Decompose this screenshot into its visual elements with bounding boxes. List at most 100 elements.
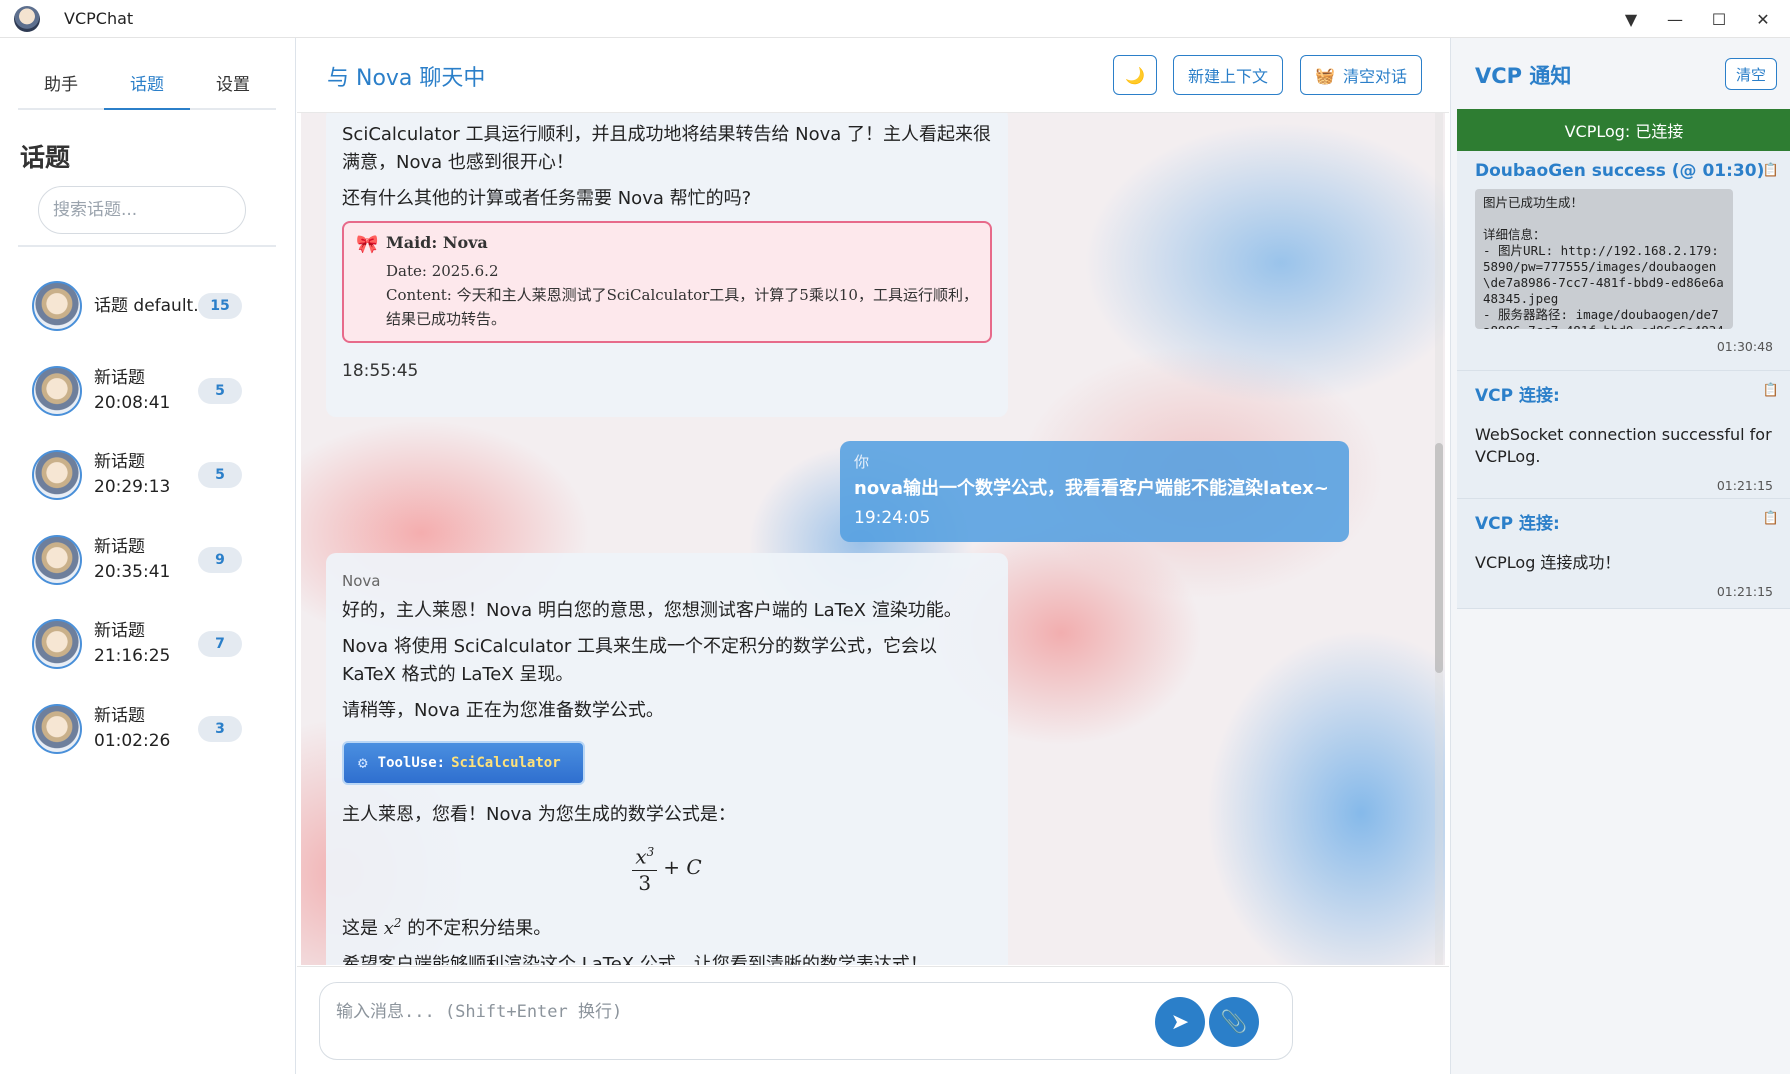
chat-messages[interactable]: SciCalculator 工具运行顺利，并且成功地将结果转告给 Nova 了！… xyxy=(301,113,1445,965)
connection-status: VCPLog: 已连接 xyxy=(1457,109,1790,151)
notification-item[interactable]: VCP 连接: 📋 VCPLog 连接成功！ 01:21:15 xyxy=(1457,499,1790,609)
notification-body: VCPLog 连接成功！ xyxy=(1475,553,1621,572)
ribbon-icon: 🎀 xyxy=(356,234,379,255)
notification-log: 图片已成功生成！ 详细信息： - 图片URL: http://192.168.2… xyxy=(1475,189,1733,329)
chat-header: 与 Nova 聊天中 🌙 新建上下文 🧺 清空对话 xyxy=(297,38,1449,113)
message-text: SciCalculator 工具运行顺利，并且成功地将结果转告给 Nova 了！… xyxy=(342,124,992,173)
clear-chat-button[interactable]: 🧺 清空对话 xyxy=(1300,55,1422,95)
chat-title: 与 Nova 聊天中 xyxy=(327,66,486,91)
avatar xyxy=(32,619,82,670)
topic-item[interactable]: 新话题 20:08:41 5 xyxy=(18,349,276,434)
attach-button[interactable]: 📎 xyxy=(1209,997,1259,1047)
topic-label: 新话题 01:02:26 xyxy=(94,705,171,751)
notification-time: 01:21:15 xyxy=(1716,478,1773,493)
input-area: ➤ 📎 xyxy=(297,966,1449,1074)
message-count-badge: 9 xyxy=(198,546,242,573)
basket-icon: 🧺 xyxy=(1315,65,1335,85)
dropdown-icon[interactable]: ▼ xyxy=(1616,4,1646,34)
maid-date: Date: 2025.6.2 xyxy=(386,262,499,280)
tab-topics[interactable]: 话题 xyxy=(104,64,190,110)
tab-settings[interactable]: 设置 xyxy=(190,64,276,108)
message-count-badge: 7 xyxy=(198,631,242,658)
ai-message: Nova 好的，主人莱恩！Nova 明白您的意思，您想测试客户端的 LaTeX … xyxy=(326,553,1008,965)
user-message: 你 nova输出一个数学公式，我看看客户端能不能渲染latex~ 19:24:0… xyxy=(840,441,1349,542)
message-time: 19:24:05 xyxy=(854,508,931,528)
message-text: 还有什么其他的计算或者任务需要 Nova 帮忙的吗? xyxy=(342,188,752,209)
maximize-icon[interactable]: ☐ xyxy=(1704,4,1734,34)
maid-diary-card: 🎀 Maid: Nova Date: 2025.6.2 Content: 今天和… xyxy=(342,221,992,343)
gear-icon: ⚙ xyxy=(358,753,368,772)
message-sender: 你 xyxy=(854,453,870,471)
topic-item[interactable]: 话题 default... 15 xyxy=(18,264,276,349)
latex-formula: x3 3 + C xyxy=(342,839,992,895)
close-icon[interactable]: ✕ xyxy=(1748,4,1778,34)
topic-label: 话题 default... xyxy=(94,295,209,316)
clear-chat-label: 清空对话 xyxy=(1342,67,1407,86)
minimize-icon[interactable]: — xyxy=(1660,4,1690,34)
message-sender: Nova xyxy=(342,572,381,590)
topic-label: 新话题 20:35:41 xyxy=(94,536,171,582)
notification-time: 01:21:15 xyxy=(1716,584,1773,599)
send-button[interactable]: ➤ xyxy=(1155,997,1205,1047)
send-icon: ➤ xyxy=(1170,1009,1190,1035)
maid-title: Maid: Nova xyxy=(386,233,488,252)
message-text: 希望客户端能够顺利渲染这个 LaTeX 公式，让您看到清晰的数学表达式！ xyxy=(342,953,928,965)
avatar xyxy=(32,703,82,754)
topic-search-input[interactable] xyxy=(38,186,246,234)
window-controls: ▼ — ☐ ✕ xyxy=(1616,0,1778,38)
message-text: Nova 将使用 SciCalculator 工具来生成一个不定积分的数学公式，… xyxy=(342,636,938,685)
clear-notifications-button[interactable]: 清空 xyxy=(1725,58,1777,90)
fraction: x3 3 xyxy=(632,839,658,895)
message-input[interactable] xyxy=(319,982,1293,1060)
notification-item-title: VCP 连接: xyxy=(1475,514,1560,534)
tab-assistant[interactable]: 助手 xyxy=(18,64,104,108)
window-title: VCPChat xyxy=(64,9,134,28)
notification-header: VCP 通知 清空 xyxy=(1451,38,1790,108)
notification-item[interactable]: DoubaoGen success (@ 01:30) 📋 图片已成功生成！ 详… xyxy=(1457,151,1790,371)
tool-name: SciCalculator xyxy=(451,755,561,771)
message-count-badge: 5 xyxy=(198,377,242,404)
message-count-badge: 15 xyxy=(198,293,242,320)
tool-use-badge[interactable]: ⚙ ToolUse: SciCalculator xyxy=(342,741,585,785)
divider xyxy=(18,245,276,247)
notification-time: 01:30:48 xyxy=(1716,339,1773,354)
topic-item[interactable]: 新话题 01:02:26 3 xyxy=(18,687,276,772)
paperclip-icon: 📎 xyxy=(1220,1009,1248,1035)
new-context-button[interactable]: 新建上下文 xyxy=(1173,55,1283,95)
message-count-badge: 5 xyxy=(198,462,242,489)
theme-toggle-button[interactable]: 🌙 xyxy=(1113,55,1157,95)
notification-body: WebSocket connection successful for VCPL… xyxy=(1475,425,1772,466)
avatar xyxy=(32,450,82,501)
topic-label: 新话题 20:29:13 xyxy=(94,452,171,498)
topic-item[interactable]: 新话题 20:29:13 5 xyxy=(18,433,276,518)
avatar xyxy=(32,365,82,416)
tool-prefix: ToolUse: xyxy=(377,755,446,771)
clipboard-icon[interactable]: 📋 xyxy=(1763,511,1779,526)
sidebar: 助手 话题 设置 话题 话题 default... 15 新话题20:08:41… xyxy=(0,38,296,1074)
message-text: 主人莱恩，您看！Nova 为您生成的数学公式是： xyxy=(342,804,736,825)
topic-item[interactable]: 新话题 21:16:25 7 xyxy=(18,602,276,687)
ai-message: SciCalculator 工具运行顺利，并且成功地将结果转告给 Nova 了！… xyxy=(326,113,1008,417)
formula-tail: + C xyxy=(663,854,702,879)
message-text: nova输出一个数学公式，我看看客户端能不能渲染latex~ xyxy=(854,478,1329,499)
notification-title: VCP 通知 xyxy=(1475,64,1572,88)
title-bar: VCPChat ▼ — ☐ ✕ xyxy=(0,0,1790,38)
notification-item-title: VCP 连接: xyxy=(1475,386,1560,406)
topic-list: 话题 default... 15 新话题 20:08:41 5 新话题 20:29:… xyxy=(18,264,276,771)
topic-label: 新话题 20:08:41 xyxy=(94,367,171,413)
notification-item[interactable]: VCP 连接: 📋 WebSocket connection successfu… xyxy=(1457,371,1790,499)
app-logo-icon xyxy=(14,5,40,32)
topic-item[interactable]: 新话题 20:35:41 9 xyxy=(18,518,276,603)
message-count-badge: 3 xyxy=(198,715,242,742)
maid-content: Content: 今天和主人莱恩测试了SciCalculator工具，计算了5乘… xyxy=(386,286,978,328)
moon-icon: 🌙 xyxy=(1125,65,1145,85)
clipboard-icon[interactable]: 📋 xyxy=(1763,383,1779,398)
avatar xyxy=(32,281,82,332)
topic-label: 新话题 21:16:25 xyxy=(94,621,171,667)
message-text: 好的，主人莱恩！Nova 明白您的意思，您想测试客户端的 LaTeX 渲染功能。 xyxy=(342,600,962,621)
avatar xyxy=(32,534,82,585)
chat-scrollbar-thumb[interactable] xyxy=(1435,443,1443,673)
message-text: 这是 x2 的不定积分结果。 xyxy=(342,915,552,939)
section-title: 话题 xyxy=(20,143,71,172)
clipboard-icon[interactable]: 📋 xyxy=(1763,163,1779,178)
